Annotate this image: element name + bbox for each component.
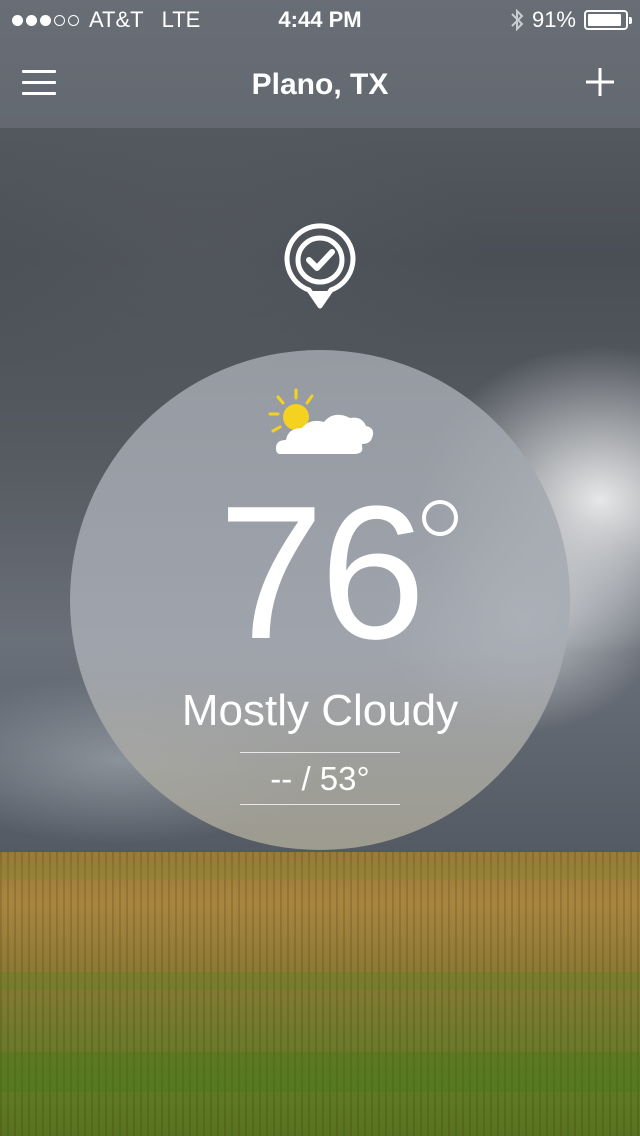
battery-percent: 91% bbox=[531, 7, 576, 32]
add-location-button[interactable] bbox=[584, 66, 616, 98]
status-bar: AT&T LTE 4:44 PM 91% bbox=[0, 0, 640, 40]
battery-icon bbox=[584, 10, 632, 30]
divider-bottom bbox=[240, 804, 400, 805]
nav-bar: AT&T LTE 4:44 PM 91% Plano, TX bbox=[0, 0, 640, 128]
condition-text: Mostly Cloudy bbox=[181, 686, 459, 735]
divider-top bbox=[240, 752, 400, 753]
partly-cloudy-icon bbox=[268, 388, 374, 454]
location-title: Plano, TX bbox=[251, 68, 389, 101]
bluetooth-icon bbox=[511, 8, 524, 32]
grass-field bbox=[0, 852, 640, 1136]
plus-icon bbox=[586, 68, 614, 96]
temperature-value: 76 bbox=[218, 467, 425, 679]
degree-symbol bbox=[422, 500, 458, 536]
location-check-icon[interactable] bbox=[283, 220, 357, 310]
hi-lo-temperature: -- / 53° bbox=[270, 760, 370, 797]
